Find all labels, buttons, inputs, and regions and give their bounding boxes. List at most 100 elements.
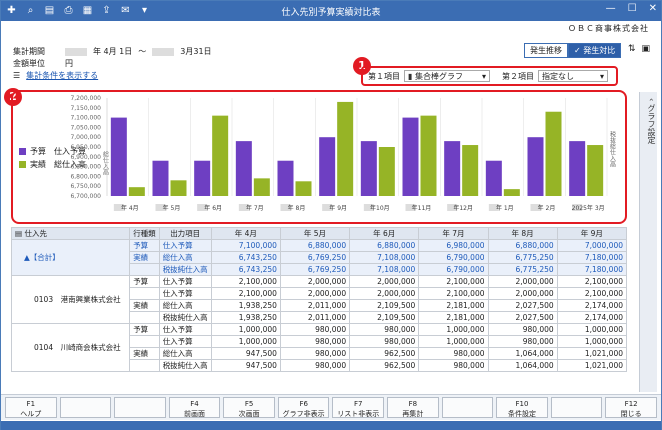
value-cell: 2,000,000 (349, 287, 420, 300)
value-cell: 6,980,000 (418, 239, 489, 252)
fkey-label: 次画面 (238, 410, 260, 418)
fkey-code: F4 (190, 400, 199, 408)
value-cell: 2,100,000 (418, 287, 489, 300)
row-item-cell: 仕入予算 (158, 323, 212, 336)
row-kind-cell (129, 359, 160, 372)
grid-header-cell[interactable]: 年 8月 (487, 227, 558, 240)
function-key-empty[interactable] (441, 397, 494, 418)
function-key-empty[interactable] (550, 397, 603, 418)
graph-settings-panel[interactable]: ‹ グラフ設定 (639, 92, 657, 392)
fkey-label: ヘルプ (20, 410, 42, 418)
row-item-cell: 税抜純仕入高 (158, 263, 212, 276)
value-cell: 2,027,500 (487, 299, 558, 312)
grid-header-cell[interactable]: 年 6月 (349, 227, 420, 240)
minimize-icon[interactable]: — (606, 3, 616, 14)
show-conditions-link[interactable]: 集計条件を表示する (26, 70, 98, 82)
fkey-code: F10 (515, 400, 529, 408)
side-panel-label: グラフ設定 (647, 103, 656, 144)
mode-icons: ⇅ ▣ (628, 44, 650, 54)
row-item-cell: 総仕入高 (158, 251, 212, 264)
fkey-code: F6 (299, 400, 308, 408)
row-kind-cell: 予算 (129, 323, 160, 336)
grid-header-cell[interactable]: 行種類 (129, 227, 160, 240)
item1-select[interactable]: ▮ 集合棒グラフ ▾ (404, 70, 490, 82)
grid-header-cell[interactable]: 年 9月 (556, 227, 628, 240)
value-cell: 6,790,000 (418, 263, 489, 276)
function-key-f12[interactable]: F12 閉じる (605, 397, 657, 418)
title-bar: ✚ ⌕ ▤ ⎙ ▦ ⇪ ✉ ▾ 仕入先別予算実績対比表 — ☐ ✕ (1, 1, 661, 21)
value-cell: 6,769,250 (279, 251, 351, 264)
value-cell: 980,000 (418, 347, 489, 360)
grid-header-cell[interactable]: 年 4月 (210, 227, 281, 240)
row-item-cell: 仕入予算 (158, 335, 212, 348)
fkey-label: リスト非表示 (337, 410, 380, 418)
grid-header-cell[interactable]: 年 7月 (418, 227, 489, 240)
bar-actual (378, 147, 395, 196)
unit-label: 金額単位 (13, 59, 45, 68)
bar-budget (444, 141, 461, 196)
value-cell: 1,000,000 (556, 323, 628, 336)
legend-swatch-budget (19, 148, 26, 155)
value-cell: 6,880,000 (279, 239, 351, 252)
period-end: 3月31日 (180, 47, 212, 56)
x-tick-label: 年 6月 (204, 204, 222, 212)
bar-budget (319, 137, 336, 196)
function-key-f4[interactable]: F4 前画面 (168, 397, 221, 418)
x-tick-label: 年10月 (370, 204, 390, 212)
item2-select[interactable]: 指定なし ▾ (538, 70, 608, 82)
value-cell: 2,109,500 (349, 311, 420, 324)
row-kind-cell (129, 287, 160, 300)
value-cell: 980,000 (418, 359, 489, 372)
grid-header-cell[interactable]: ▤ 仕入先 (10, 227, 131, 240)
value-cell: 1,000,000 (556, 335, 628, 348)
function-key-f5[interactable]: F5 次画面 (223, 397, 275, 418)
function-key-empty[interactable] (114, 397, 166, 418)
y-tick-label: 7,200,000 (70, 95, 101, 102)
grid-header-cell[interactable]: 出力項目 (158, 227, 212, 240)
value-cell: 2,109,500 (349, 299, 420, 312)
supplier-cell: 0103 港南興業株式会社 (10, 275, 131, 324)
x-tick-label: 年 5月 (163, 204, 181, 212)
table-row[interactable]: 0104 川崎商会株式会社 予算 仕入予算 1,000,000 980,000 980,0… (10, 323, 628, 372)
x-tick-label: 年11月 (412, 204, 432, 212)
window-controls: — ☐ ✕ (606, 3, 657, 14)
x-tick-label: 年 7月 (246, 204, 264, 212)
table-row[interactable]: 0103 港南興業株式会社 予算 仕入予算 2,100,000 2,000,000 2,0… (10, 275, 628, 324)
value-cell: 980,000 (279, 323, 351, 336)
function-key-f7[interactable]: F7 リスト非表示 (332, 397, 385, 418)
bar-budget (110, 117, 127, 196)
function-key-empty[interactable] (59, 397, 112, 418)
value-cell: 6,790,000 (418, 251, 489, 264)
table-row[interactable]: ▲【合計】 予算 仕入予算 7,100,000 6,880,000 6,880,000 6,… (10, 239, 628, 276)
function-key-f6[interactable]: F6 グラフ非表示 (277, 397, 330, 418)
value-cell: 2,000,000 (279, 287, 351, 300)
y-tick-label: 6,700,000 (70, 193, 101, 200)
value-cell: 6,880,000 (487, 239, 558, 252)
fkey-code: F7 (354, 400, 363, 408)
value-cell: 2,174,000 (556, 299, 628, 312)
maximize-icon[interactable]: ☐ (628, 3, 637, 14)
value-cell: 980,000 (279, 359, 351, 372)
y-tick-label: 6,900,000 (70, 154, 101, 161)
sort-icon[interactable]: ⇅ (628, 44, 636, 54)
bar-budget (402, 117, 419, 196)
function-key-f10[interactable]: F10 条件設定 (496, 397, 548, 418)
function-key-f8[interactable]: F8 再集計 (387, 397, 439, 418)
grid-header: ▤ 仕入先 行種類 出力項目年 4月年 5月年 6月年 7月年 8月年 9月 (10, 227, 628, 240)
mode-comparison-button[interactable]: ✓ 発生対比 (568, 43, 622, 58)
value-cell: 2,000,000 (487, 287, 558, 300)
close-icon[interactable]: ✕ (649, 3, 657, 14)
value-cell: 980,000 (349, 335, 420, 348)
grid-header-cell[interactable]: 年 5月 (279, 227, 351, 240)
function-key-f1[interactable]: F1 ヘルプ (5, 397, 57, 418)
item2-label: 第２項目 (502, 71, 534, 81)
y-tick-label: 7,150,000 (70, 105, 101, 112)
mode-transition-button[interactable]: 発生推移 (524, 43, 568, 58)
panel-icon[interactable]: ▣ (642, 44, 651, 54)
bar-chart: 7,200,000 7,150,000 7,100,000 7,050,000 7,00… (70, 95, 615, 212)
value-cell: 2,000,000 (487, 275, 558, 288)
bar-actual (295, 181, 312, 196)
bar-budget (194, 160, 211, 196)
value-cell: 962,500 (349, 359, 420, 372)
value-cell: 947,500 (210, 359, 281, 372)
